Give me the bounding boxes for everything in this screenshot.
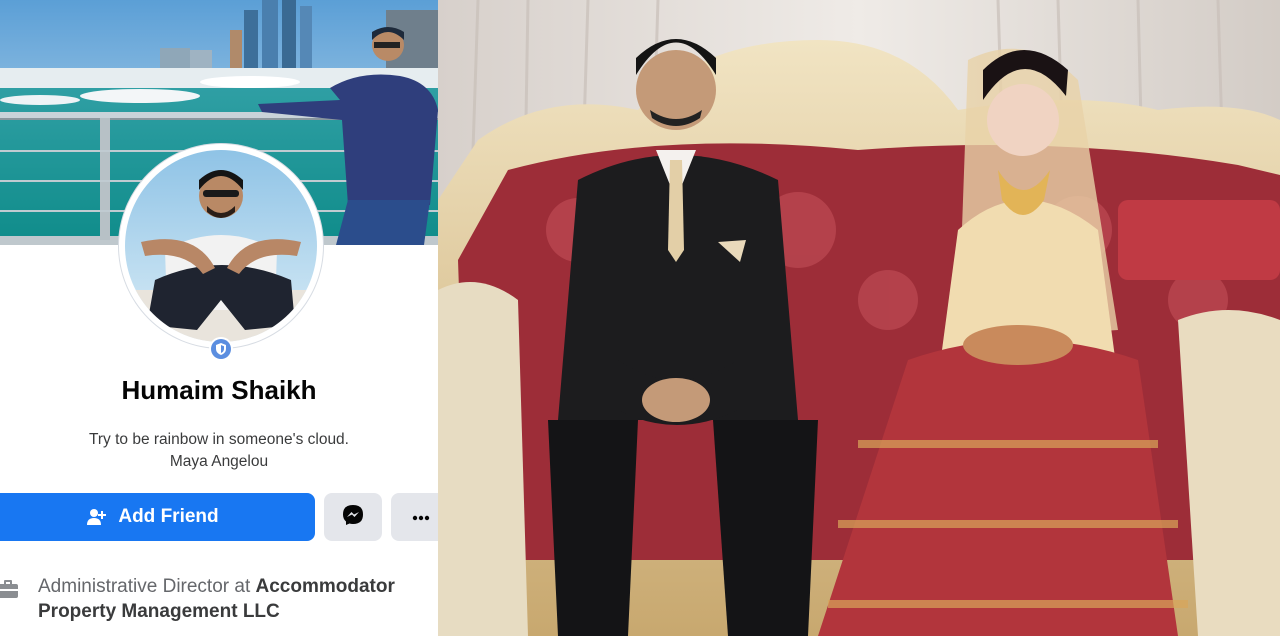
message-button[interactable] <box>324 493 382 541</box>
bio-line-2: Maya Angelou <box>169 453 269 470</box>
profile-card: Humaim Shaikh Try to be rainbow in someo… <box>0 0 438 636</box>
work-company-line1[interactable]: Accommodator <box>256 576 395 597</box>
profile-name: Humaim Shaikh <box>121 375 317 405</box>
profile-guard-shield-icon <box>209 337 233 361</box>
add-friend-icon <box>86 507 107 527</box>
featured-photo[interactable] <box>438 0 1280 636</box>
add-friend-button[interactable]: Add Friend <box>0 493 315 541</box>
work-text: Administrative Director at Accommodator … <box>38 574 430 624</box>
work-company-line2[interactable]: Property Management LLC <box>38 601 280 622</box>
messenger-icon <box>342 504 364 531</box>
briefcase-icon <box>0 577 20 606</box>
bio-line-1: Try to be rainbow in someone's cloud. <box>89 431 349 448</box>
profile-bio: Try to be rainbow in someone's cloud. Ma… <box>0 429 438 473</box>
profile-picture[interactable] <box>119 144 323 348</box>
more-dots-icon <box>411 508 431 526</box>
avatar <box>125 150 317 342</box>
add-friend-label: Add Friend <box>118 506 219 527</box>
work-title: Administrative Director at <box>38 576 256 597</box>
work-info: Administrative Director at Accommodator … <box>0 572 438 636</box>
more-options-button[interactable] <box>391 493 438 541</box>
